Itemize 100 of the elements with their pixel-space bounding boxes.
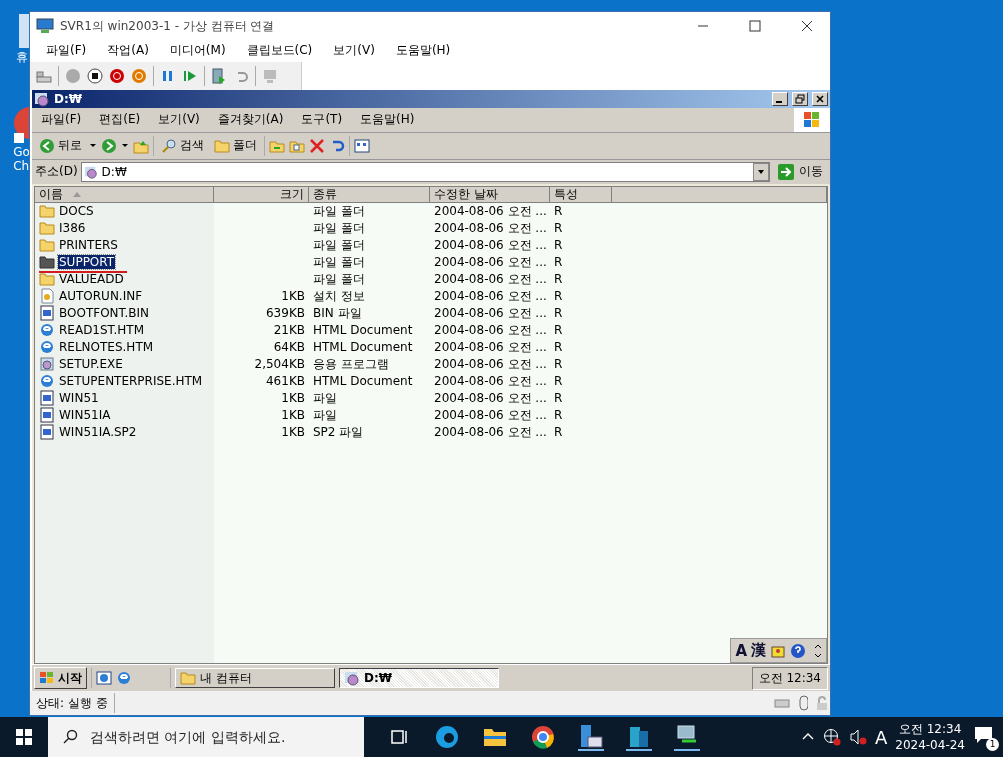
file-date: 2004-08-06 오전 ... xyxy=(434,390,547,405)
speaker-muted-icon[interactable] xyxy=(848,728,867,746)
windows-flag-icon xyxy=(802,110,822,129)
start-button[interactable]: 시작 xyxy=(34,667,87,690)
window-document-icon xyxy=(39,424,55,441)
search-icon xyxy=(62,729,78,745)
file-attribute: R xyxy=(554,408,563,423)
column-header[interactable]: 특성 xyxy=(550,186,612,203)
taskbar-button[interactable]: 내 컴퓨터 xyxy=(175,668,335,689)
address-field[interactable]: D:₩ xyxy=(80,161,770,182)
window-document-icon xyxy=(39,407,55,424)
search-field[interactable]: 검색하려면 여기에 입력하세요. xyxy=(48,717,364,757)
file-name[interactable]: I386 xyxy=(58,221,87,236)
sort-arrow-icon xyxy=(73,191,81,198)
views-icon[interactable] xyxy=(354,137,370,154)
back-button[interactable]: 뒤로 xyxy=(36,137,85,155)
menu-item[interactable]: 보기(V) xyxy=(149,111,209,129)
delete-icon[interactable] xyxy=(309,137,325,154)
file-type: 파일 xyxy=(313,407,337,422)
close-icon[interactable] xyxy=(812,91,828,106)
server-manager-icon[interactable] xyxy=(576,723,606,751)
folders-button[interactable]: 폴더 xyxy=(211,137,260,155)
menu-item[interactable]: 편집(E) xyxy=(90,111,150,129)
file-name[interactable]: DOCS xyxy=(58,204,95,219)
clock: 오전 12:34 xyxy=(751,666,828,690)
globe-icon[interactable] xyxy=(822,728,841,746)
file-date: 2004-08-06 오전 ... xyxy=(434,220,547,235)
stop-icon[interactable] xyxy=(87,67,103,84)
file-date: 2004-08-06 오전 ... xyxy=(434,271,547,286)
folder-icon xyxy=(214,138,230,153)
minimize-icon[interactable] xyxy=(772,91,788,106)
search-button[interactable]: 검색 xyxy=(158,137,207,155)
file-name[interactable]: BOOTFONT.BIN xyxy=(58,306,151,321)
file-type: 응용 프로그램 xyxy=(313,356,389,371)
file-date: 2004-08-06 오전 ... xyxy=(434,339,547,354)
help-icon[interactable] xyxy=(790,642,806,659)
menu-item[interactable]: 파일(F) xyxy=(32,111,91,129)
menu-item[interactable]: 보기(V) xyxy=(325,42,388,60)
file-type: 파일 폴더 xyxy=(313,254,365,269)
menu-item[interactable]: 도움말(H) xyxy=(387,42,464,60)
language-mode[interactable]: A xyxy=(735,641,747,660)
file-name[interactable]: SETUP.EXE xyxy=(58,357,124,372)
file-attribute: R xyxy=(554,221,563,236)
menu-item[interactable]: 작업(A) xyxy=(99,42,162,60)
menu-item[interactable]: 미디어(M) xyxy=(161,42,239,60)
file-type: 파일 폴더 xyxy=(313,220,365,235)
file-name[interactable]: AUTORUN.INF xyxy=(58,289,144,304)
file-name[interactable]: SETUPENTERPRISE.HTM xyxy=(58,374,204,389)
file-date: 2004-08-06 오전 ... xyxy=(434,322,547,337)
file-name[interactable]: PRINTERS xyxy=(58,238,119,253)
file-name[interactable]: VALUEADD xyxy=(58,272,125,287)
file-date: 2004-08-06 오전 ... xyxy=(434,424,547,439)
file-name[interactable]: SUPPORT xyxy=(58,255,116,270)
file-attribute: R xyxy=(554,357,563,372)
search-input[interactable]: 검색하려면 여기에 입력하세요. xyxy=(88,728,352,746)
input-mode-indicator[interactable]: A xyxy=(874,726,888,748)
checkpoint-icon[interactable] xyxy=(211,67,227,84)
mouse-icon[interactable] xyxy=(796,695,808,711)
file-name[interactable]: WIN51IA xyxy=(58,408,112,423)
chrome-shortcut-icon[interactable] xyxy=(13,105,30,145)
restore-icon[interactable] xyxy=(792,91,808,106)
file-name[interactable]: RELNOTES.HTM xyxy=(58,340,155,355)
file-date: 2004-08-06 오전 ... xyxy=(434,254,547,269)
file-type: HTML Document xyxy=(313,323,413,338)
file-size: 1KB xyxy=(281,425,305,440)
menu-item[interactable]: 파일(F) xyxy=(38,42,100,60)
column-header[interactable]: 수정한 날짜 xyxy=(430,186,550,203)
menu-item[interactable]: 클립보드(C) xyxy=(238,42,326,60)
file-size: 21KB xyxy=(273,323,305,338)
address-label: 주소(D) xyxy=(35,163,78,181)
menu-item[interactable]: 도구(T) xyxy=(292,111,352,129)
notification-button[interactable]: 1 xyxy=(973,725,997,749)
go-button[interactable]: 이동 xyxy=(773,162,827,181)
file-name[interactable]: READ1ST.HTM xyxy=(58,323,146,338)
column-header[interactable]: 종류 xyxy=(309,186,430,203)
taskbar-button[interactable]: D:₩ xyxy=(339,668,499,689)
column-header[interactable]: 크기 xyxy=(214,186,309,203)
language-mode[interactable]: 漢 xyxy=(751,641,766,661)
file-type: BIN 파일 xyxy=(313,305,362,320)
power-button-icon[interactable] xyxy=(131,67,147,84)
internet-explorer-icon[interactable] xyxy=(116,670,132,687)
column-header[interactable]: 이름 xyxy=(35,186,214,203)
folder-icon xyxy=(39,238,55,253)
shutdown-icon[interactable] xyxy=(109,67,125,84)
gear-document-icon xyxy=(39,288,55,305)
menu-item[interactable]: 도움말(H) xyxy=(351,111,424,129)
file-name[interactable]: WIN51 xyxy=(58,391,100,406)
file-attribute: R xyxy=(554,238,563,253)
clock[interactable]: 오전 12:34 2024-04-24 xyxy=(895,721,965,753)
file-date: 2004-08-06 오전 ... xyxy=(434,356,547,371)
windows-logo-icon[interactable] xyxy=(16,729,32,745)
file-type: 파일 폴더 xyxy=(313,271,365,286)
dropdown-icon[interactable] xyxy=(753,162,769,181)
desktop-icon[interactable] xyxy=(96,670,112,687)
menu-item[interactable]: 즐겨찾기(A) xyxy=(208,111,293,129)
desktop-icon-label: 휴 xyxy=(15,50,28,64)
magnifier-icon xyxy=(161,137,177,154)
network-computer-icon[interactable] xyxy=(672,723,702,751)
file-attribute: R xyxy=(554,425,563,440)
file-name[interactable]: WIN51IA.SP2 xyxy=(58,425,138,440)
